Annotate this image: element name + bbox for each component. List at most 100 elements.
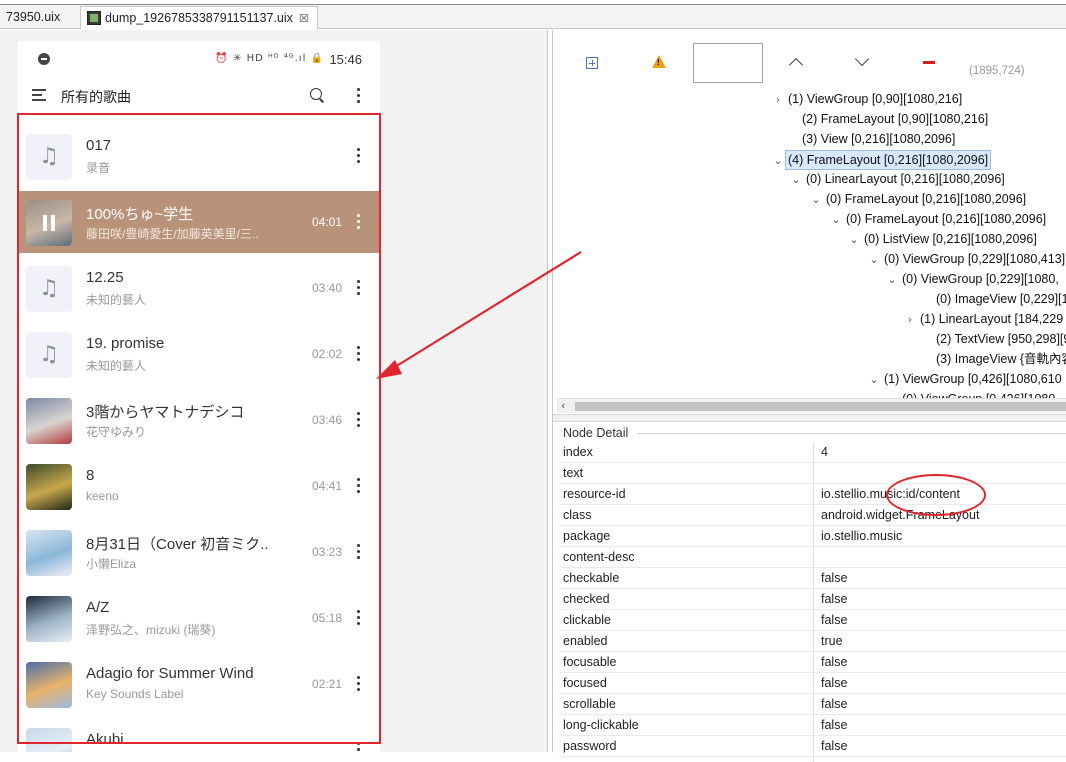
property-key: long-clickable bbox=[563, 718, 639, 732]
scrollbar-thumb[interactable] bbox=[575, 402, 1066, 411]
song-title: Akubi bbox=[86, 731, 124, 748]
tree-node[interactable]: ⌄(0) ViewGroup [0,426][1080 bbox=[885, 390, 1058, 398]
property-row[interactable]: focusable false bbox=[559, 652, 1066, 673]
tree-node[interactable]: ⌄ (0) ListView [0,216][1080,2096] bbox=[847, 230, 1040, 250]
collapse-icon[interactable] bbox=[923, 61, 935, 64]
property-value: 4 bbox=[821, 445, 828, 459]
property-value: false bbox=[821, 697, 848, 711]
song-options-icon[interactable] bbox=[357, 214, 361, 230]
song-options-icon[interactable] bbox=[357, 412, 361, 428]
tree-node[interactable]: ⌄ (0) ViewGroup [0,229][1080,413] bbox=[867, 250, 1066, 270]
song-options-icon[interactable] bbox=[357, 610, 361, 626]
property-value: false bbox=[821, 655, 848, 669]
overflow-menu-icon[interactable] bbox=[357, 88, 361, 104]
tree-node[interactable]: (0) ImageView [0,229][18 bbox=[919, 290, 1066, 310]
tree-node-label: (0) ImageView [0,229][18 bbox=[936, 292, 1066, 306]
collapse-chevron-icon[interactable]: ⌄ bbox=[829, 211, 843, 229]
property-row[interactable]: checkable false bbox=[559, 568, 1066, 589]
song-row[interactable]: Akubi bbox=[18, 719, 380, 752]
expand-chevron-icon[interactable]: › bbox=[771, 91, 785, 109]
song-row[interactable]: 8月31日（Cover 初音ミク.. 小懒Eliza 03:23 bbox=[18, 521, 380, 583]
property-row[interactable]: password false bbox=[559, 736, 1066, 757]
music-note-icon: ♫ bbox=[26, 266, 72, 312]
song-row[interactable]: ♫ 12.25 未知的藝人 03:40 bbox=[18, 257, 380, 319]
album-art-image bbox=[26, 530, 72, 576]
scroll-left-icon[interactable]: ‹ bbox=[561, 399, 565, 412]
property-row[interactable]: class android.widget.FrameLayout bbox=[559, 505, 1066, 526]
collapse-chevron-icon[interactable]: ⌄ bbox=[789, 171, 803, 189]
property-key: scrollable bbox=[563, 697, 616, 711]
song-row[interactable]: A/Z 泽野弘之、mizuki (瑞葵) 05:18 bbox=[18, 587, 380, 649]
hamburger-menu-icon[interactable] bbox=[32, 88, 48, 102]
pane-sash[interactable] bbox=[553, 414, 1066, 422]
pause-icon[interactable] bbox=[43, 215, 55, 231]
close-tab-icon[interactable]: ☒ bbox=[299, 13, 309, 25]
tree-node[interactable]: ⌄ (0) LinearLayout [0,216][1080,2096] bbox=[789, 170, 1008, 190]
phone-screen[interactable]: ⏰ ✳ HD ᴴᴰ ⁴ᴳ.ıl 🔒 15:46 所有的歌曲 ♫ 017 录音 100%… bbox=[18, 41, 380, 752]
song-row[interactable]: Adagio for Summer Wind Key Sounds Label 02… bbox=[18, 653, 380, 715]
song-artist: 未知的藝人 bbox=[86, 293, 147, 307]
property-row[interactable]: text bbox=[559, 463, 1066, 484]
status-icons: ⏰ ✳ HD ᴴᴰ ⁴ᴳ.ıl 🔒 bbox=[215, 53, 324, 64]
tree-node[interactable]: ⌄ (1) ViewGroup [0,426][1080,610 bbox=[867, 370, 1065, 390]
collapse-chevron-icon[interactable]: ⌄ bbox=[809, 191, 823, 209]
song-row[interactable]: 3階からヤマトナデシコ 花守ゆみり 03:46 bbox=[18, 389, 380, 451]
device-screenshot-pane[interactable]: ⏰ ✳ HD ᴴᴰ ⁴ᴳ.ıl 🔒 15:46 所有的歌曲 ♫ 017 录音 100%… bbox=[0, 30, 548, 752]
song-artist: 藤田咲/豊崎愛生/加藤英美里/三.. bbox=[86, 227, 259, 241]
song-options-icon[interactable] bbox=[357, 346, 361, 362]
song-options-icon[interactable] bbox=[357, 148, 361, 164]
song-row[interactable]: 100%ちゅ~学生 藤田咲/豊崎愛生/加藤英美里/三.. 04:01 bbox=[18, 191, 380, 253]
screenshot-toggle-box[interactable] bbox=[693, 43, 763, 83]
song-artist: keeno bbox=[86, 489, 119, 503]
property-row[interactable]: focused false bbox=[559, 673, 1066, 694]
music-note-glyph: ♫ bbox=[39, 342, 59, 367]
tree-node[interactable]: (2) FrameLayout [0,90][1080,216] bbox=[785, 110, 991, 130]
song-row[interactable]: 8 keeno 04:41 bbox=[18, 455, 380, 517]
tree-node[interactable]: (3) ImageView {音軌內容 bbox=[919, 350, 1066, 370]
song-options-icon[interactable] bbox=[357, 478, 361, 494]
tree-node[interactable]: ⌄ (0) ViewGroup [0,229][1080, bbox=[885, 270, 1062, 290]
collapse-chevron-icon[interactable]: ⌄ bbox=[867, 251, 881, 269]
song-artist: 小懒Eliza bbox=[86, 557, 137, 571]
previous-node-icon[interactable] bbox=[788, 57, 804, 73]
property-row[interactable]: resource-id io.stellio.music:id/content bbox=[559, 484, 1066, 505]
hierarchy-toolbar: ! (1895,724) bbox=[553, 30, 1066, 90]
property-row[interactable]: clickable false bbox=[559, 610, 1066, 631]
collapse-chevron-icon[interactable]: ⌄ bbox=[885, 391, 899, 398]
collapse-chevron-icon[interactable]: ⌄ bbox=[885, 271, 899, 289]
tree-node[interactable]: ⌄ (4) FrameLayout [0,216][1080,2096] bbox=[771, 150, 992, 170]
tree-node[interactable]: (3) View [0,216][1080,2096] bbox=[785, 130, 958, 150]
expand-chevron-icon[interactable]: › bbox=[903, 311, 917, 329]
tree-node[interactable]: › (1) ViewGroup [0,90][1080,216] bbox=[771, 90, 965, 110]
song-row[interactable]: ♫ 017 录音 bbox=[18, 125, 380, 187]
song-options-icon[interactable] bbox=[357, 280, 361, 296]
tree-node[interactable]: ⌄ (0) FrameLayout [0,216][1080,2096] bbox=[809, 190, 1029, 210]
tree-node[interactable]: › (1) LinearLayout [184,229 bbox=[903, 310, 1066, 330]
song-options-icon[interactable] bbox=[357, 544, 361, 560]
property-row[interactable]: long-clickable false bbox=[559, 715, 1066, 736]
collapse-chevron-icon[interactable]: ⌄ bbox=[867, 371, 881, 389]
property-row[interactable]: scrollable false bbox=[559, 694, 1066, 715]
page-title: 所有的歌曲 bbox=[61, 89, 131, 105]
view-hierarchy-tree[interactable]: › (1) ViewGroup [0,90][1080,216] (2) Frame… bbox=[557, 90, 1066, 398]
property-row[interactable]: checked false bbox=[559, 589, 1066, 610]
tree-horizontal-scrollbar[interactable]: ‹ bbox=[557, 398, 1066, 413]
song-options-icon[interactable] bbox=[357, 676, 361, 692]
property-row[interactable]: index 4 bbox=[559, 442, 1066, 463]
search-icon[interactable] bbox=[307, 85, 327, 105]
song-options-icon[interactable] bbox=[357, 742, 361, 752]
property-row[interactable]: package io.stellio.music bbox=[559, 526, 1066, 547]
expand-all-icon[interactable] bbox=[586, 57, 598, 69]
property-row[interactable]: enabled true bbox=[559, 631, 1066, 652]
collapse-chevron-icon[interactable]: ⌄ bbox=[771, 152, 785, 170]
property-row[interactable]: content-desc bbox=[559, 547, 1066, 568]
tab-current-uix[interactable]: dump_1926785338791151137.uix ☒ bbox=[80, 6, 318, 29]
collapse-chevron-icon[interactable]: ⌄ bbox=[847, 231, 861, 249]
tab-previous-uix[interactable]: 73950.uix bbox=[0, 6, 79, 29]
tree-node[interactable]: (2) TextView [950,298][96 bbox=[919, 330, 1066, 350]
next-node-icon[interactable] bbox=[854, 51, 870, 67]
tree-node[interactable]: ⌄ (0) FrameLayout [0,216][1080,2096] bbox=[829, 210, 1049, 230]
song-row[interactable]: ♫ 19. promise 未知的藝人 02:02 bbox=[18, 323, 380, 385]
property-value: android.widget.FrameLayout bbox=[821, 508, 980, 522]
song-title: 3階からヤマトナデシコ bbox=[86, 404, 245, 421]
